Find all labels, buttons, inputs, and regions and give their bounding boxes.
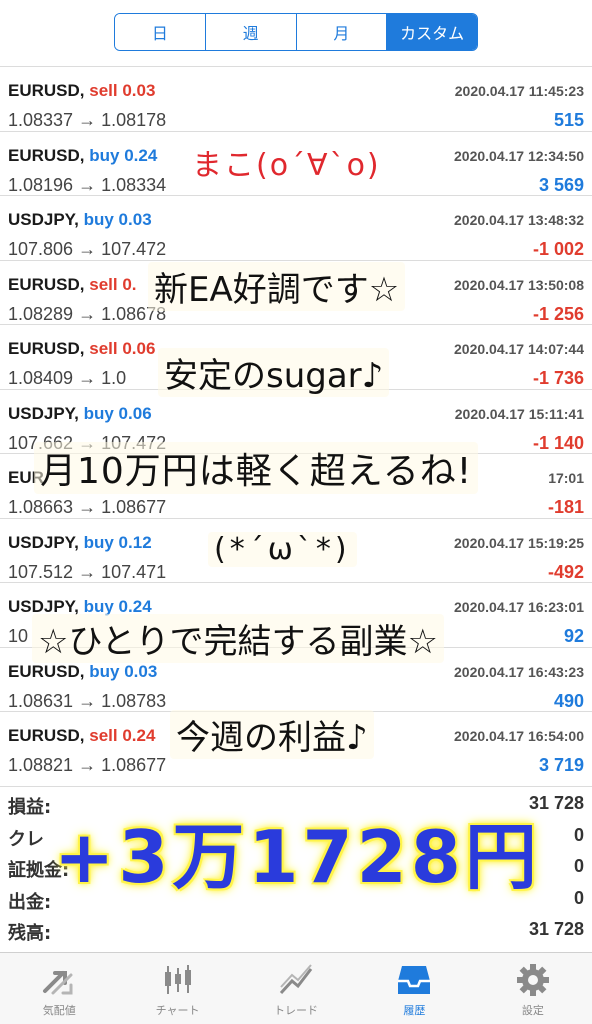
- tab-history[interactable]: 履歴: [355, 953, 473, 1024]
- trade-profit: -492: [547, 561, 584, 582]
- overlay-face-mid: (*´ω`*): [208, 532, 357, 567]
- trade-side: buy 0.12: [83, 532, 152, 552]
- trade-prices: 1.08631 → 1.08783: [8, 690, 167, 711]
- trade-chart-icon: [276, 962, 316, 998]
- summary-value: 0: [573, 887, 584, 908]
- trade-time: 2020.04.17 11:45:23: [454, 83, 584, 99]
- tab-chart[interactable]: チャート: [118, 953, 236, 1024]
- tab-week[interactable]: 週: [205, 14, 297, 50]
- trade-prices: 107.512 → 107.471: [8, 561, 167, 582]
- trade-profit: -1 002: [532, 239, 584, 259]
- overlay-side-job-note: ☆ひとりで完結する副業☆: [32, 614, 444, 663]
- overlay-month-note: 月10万円は軽く超えるね!: [34, 442, 479, 494]
- tab-month[interactable]: 月: [296, 14, 388, 50]
- trade-prices: 10: [8, 626, 29, 646]
- trade-symbol: USDJPY,: [8, 403, 79, 423]
- gear-icon: [513, 962, 553, 998]
- tab-quotes[interactable]: 気配値: [0, 953, 118, 1024]
- trade-symbol: USDJPY,: [8, 532, 79, 552]
- quotes-arrow-icon: [39, 962, 79, 998]
- trade-profit: 515: [553, 110, 584, 130]
- overlay-sugar-note: 安定のsugar♪: [158, 348, 390, 397]
- overlay-face-top: まこ(o´∀`o): [192, 148, 381, 183]
- trade-row[interactable]: USDJPY, buy 0.03 2020.04.17 13:48:32 107…: [0, 195, 592, 260]
- trade-prices: 1.08409 → 1.0: [8, 368, 127, 388]
- trade-side: sell 0.06: [89, 339, 156, 358]
- tab-label: 気配値: [42, 1004, 76, 1017]
- trade-prices: 1.08196 → 1.08334: [8, 174, 167, 195]
- trade-prices: 1.08289 → 1.08678: [8, 303, 167, 324]
- trade-symbol: EURUSD,: [8, 274, 85, 294]
- trade-symbol: USDJPY,: [8, 210, 79, 229]
- history-inbox-icon: [394, 962, 434, 998]
- trade-time: 2020.04.17 14:07:44: [454, 341, 584, 357]
- summary-value: 0: [573, 824, 584, 845]
- trade-time: 2020.04.17 16:23:01: [454, 599, 584, 615]
- tab-trade[interactable]: トレード: [237, 953, 355, 1024]
- trade-time: 2020.04.17 13:50:08: [454, 276, 584, 293]
- tab-day[interactable]: 日: [115, 14, 206, 50]
- summary-value: 31 728: [528, 919, 584, 939]
- trade-side: buy 0.03: [83, 210, 152, 229]
- trade-time: 17:01: [548, 470, 584, 486]
- trade-side: buy 0.24: [89, 145, 158, 165]
- trade-profit: -1 256: [532, 303, 584, 324]
- overlay-week-note: 今週の利益♪: [170, 710, 374, 759]
- trade-time: 2020.04.17 15:19:25: [454, 534, 584, 551]
- tab-label: 設定: [521, 1004, 544, 1017]
- period-segmented-control: 日 週 月 カスタム: [114, 13, 478, 51]
- trade-prices: 1.08663 → 1.08677: [8, 497, 167, 517]
- tab-custom[interactable]: カスタム: [387, 14, 477, 50]
- trade-symbol: EURUSD,: [8, 661, 85, 681]
- trade-side: sell 0.03: [89, 81, 156, 100]
- bottom-tab-bar: 気配値 チャート トレード 履歴 設定: [0, 952, 592, 1024]
- summary-label: クレ: [8, 828, 44, 850]
- trade-time: 2020.04.17 16:43:23: [454, 663, 584, 680]
- trade-symbol: EURUSD,: [8, 726, 85, 745]
- trade-row[interactable]: EURUSD, sell 0.03 2020.04.17 11:45:23 1.…: [0, 66, 592, 131]
- trade-symbol: EURUSD,: [8, 339, 85, 358]
- trade-prices: 1.08821 → 1.08677: [8, 755, 167, 775]
- summary-value: 0: [573, 856, 584, 876]
- trade-profit: 92: [563, 626, 584, 646]
- trade-side: buy 0.03: [89, 661, 158, 681]
- period-selector-bar: 日 週 月 カスタム: [0, 0, 592, 60]
- trade-side: sell 0.: [89, 274, 137, 294]
- trade-symbol: EURUSD,: [8, 81, 85, 100]
- tab-label: 履歴: [403, 1004, 426, 1017]
- tab-settings[interactable]: 設定: [474, 953, 592, 1024]
- trade-time: 2020.04.17 13:48:32: [454, 212, 584, 228]
- trade-side: sell 0.24: [89, 726, 156, 745]
- trade-time: 2020.04.17 12:34:50: [454, 147, 584, 164]
- summary-label: 出金:: [8, 891, 52, 913]
- trade-prices: 107.806 → 107.472: [8, 239, 167, 259]
- tab-label: トレード: [274, 1004, 319, 1017]
- trade-profit: 3 569: [538, 174, 584, 195]
- trade-profit: 490: [553, 690, 584, 711]
- summary-balance-row: 残高: 31 728: [0, 913, 592, 945]
- trade-symbol: EURUSD,: [8, 145, 85, 165]
- tab-label: チャート: [155, 1004, 200, 1017]
- trade-side: buy 0.06: [83, 403, 152, 423]
- overlay-ea-note: 新EA好調です☆: [148, 262, 406, 311]
- overlay-total-profit: +3万1728円: [54, 815, 541, 899]
- trade-profit: -181: [547, 497, 584, 517]
- trade-prices: 1.08337 → 1.08178: [8, 110, 167, 130]
- trade-profit: 3 719: [538, 755, 584, 775]
- summary-label: 損益:: [8, 797, 52, 818]
- trade-time: 2020.04.17 16:54:00: [454, 728, 584, 744]
- trade-profit: -1 736: [532, 368, 584, 388]
- trade-time: 2020.04.17 15:11:41: [454, 405, 584, 422]
- trade-profit: -1 140: [532, 432, 584, 453]
- candlestick-chart-icon: [158, 962, 198, 998]
- summary-label: 残高:: [8, 923, 52, 944]
